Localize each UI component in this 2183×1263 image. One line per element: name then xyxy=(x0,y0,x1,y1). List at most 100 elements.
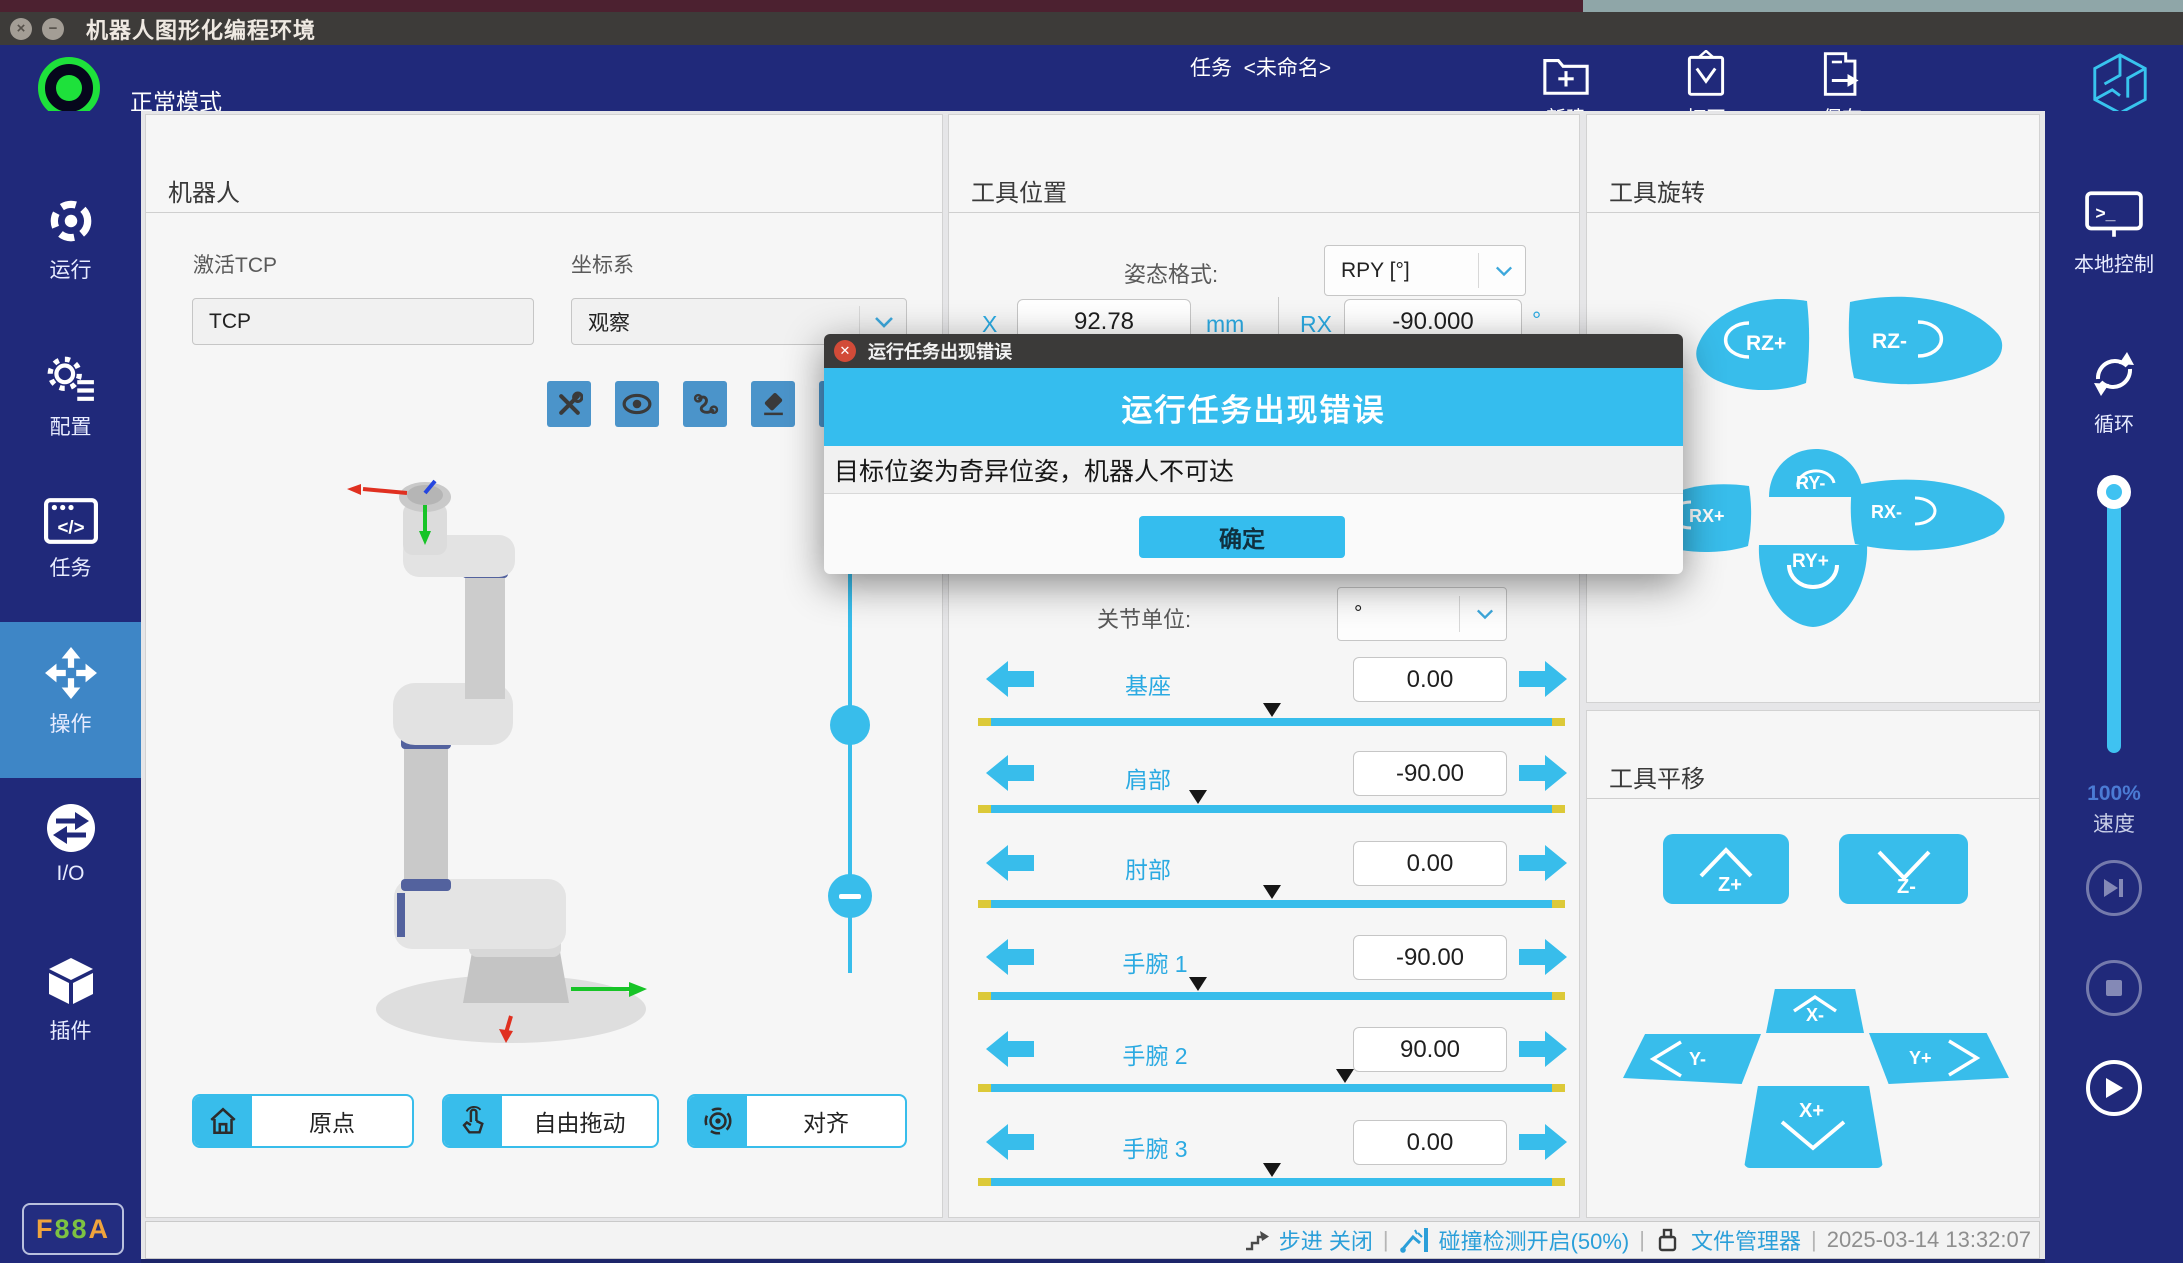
joint-unit-label: 关节单位: xyxy=(1097,602,1191,634)
joint-left-arrow-button[interactable] xyxy=(986,1029,1034,1069)
tool-rotation-header: 工具旋转 xyxy=(1587,115,2039,213)
x-minus-label: X- xyxy=(1806,1005,1824,1026)
play-icon xyxy=(2103,1076,2125,1100)
free-drag-button[interactable]: 自由拖动 xyxy=(442,1094,659,1148)
file-manager-link[interactable]: 文件管理器 xyxy=(1691,1224,1801,1256)
robot-arm-drawing xyxy=(211,441,691,1061)
sidebar-config-label: 配置 xyxy=(50,416,92,439)
joint-slider[interactable] xyxy=(978,1084,1565,1092)
joint-right-arrow-button[interactable] xyxy=(1519,1029,1567,1069)
wrench-icon xyxy=(556,391,583,418)
minus-icon xyxy=(839,894,861,899)
x-minus-button[interactable]: X- xyxy=(1766,989,1864,1033)
window-close-button[interactable]: × xyxy=(10,18,32,40)
rz-plus-button[interactable]: RZ+ xyxy=(1694,296,1811,393)
sidebar-item-operate[interactable]: 操作 xyxy=(0,646,141,738)
joint-value-input[interactable]: 0.00 xyxy=(1353,657,1507,702)
joint-value-input[interactable]: -90.00 xyxy=(1353,751,1507,796)
sidebar-item-run[interactable]: 运行 xyxy=(0,196,141,284)
status-separator: | xyxy=(1639,1227,1645,1253)
z-plus-button[interactable]: Z+ xyxy=(1663,834,1789,904)
tool-position-header: 工具位置 xyxy=(949,115,1579,213)
joint-right-arrow-button[interactable] xyxy=(1519,937,1567,977)
status-bar: 步进 关闭 | 碰撞检测开启(50%) | 文件管理器 | 2025-03-14… xyxy=(145,1221,2040,1259)
collision-detect-status[interactable]: 碰撞检测开启(50%) xyxy=(1439,1224,1630,1256)
view-zoom-slider-handle[interactable] xyxy=(830,705,870,745)
joint-name: 肩部 xyxy=(1125,761,1171,795)
joint-value: 0.00 xyxy=(1407,850,1454,878)
view-tools-button[interactable] xyxy=(547,381,591,427)
ry-plus-button[interactable]: RY+ xyxy=(1754,541,1872,629)
pose-format-dropdown[interactable]: RPY [°] xyxy=(1324,245,1526,296)
window-minimize-button[interactable]: − xyxy=(42,18,64,40)
app-window: × − 机器人图形化编程环境 正常模式 任务 <未命名> 配置 default*… xyxy=(0,0,2183,1263)
step-mode-status[interactable]: 步进 关闭 xyxy=(1279,1224,1373,1256)
window-title: 机器人图形化编程环境 xyxy=(86,13,316,45)
chevron-down-icon xyxy=(874,316,894,328)
eye-icon xyxy=(622,393,652,415)
speed-value: 100% xyxy=(2045,782,2183,806)
sidebar-operate-label: 操作 xyxy=(50,713,92,736)
rx-plus-label: RX+ xyxy=(1689,506,1725,527)
joint-left-arrow-button[interactable] xyxy=(986,1122,1034,1162)
rz-plus-label: RZ+ xyxy=(1746,332,1786,356)
badge-letter: F xyxy=(36,1214,55,1245)
joint-left-arrow-button[interactable] xyxy=(986,753,1034,793)
joint-right-arrow-button[interactable] xyxy=(1519,1122,1567,1162)
rx-unit-label: ° xyxy=(1532,307,1541,334)
y-minus-button[interactable]: Y- xyxy=(1623,1034,1761,1084)
rx-minus-button[interactable]: RX- xyxy=(1849,476,2009,552)
rz-minus-button[interactable]: RZ- xyxy=(1846,294,2006,389)
sidebar-item-io[interactable]: I/O xyxy=(0,802,141,886)
joint-slider[interactable] xyxy=(978,1178,1565,1186)
view-path-button[interactable] xyxy=(683,381,727,427)
view-zoom-out-button[interactable] xyxy=(828,874,872,918)
joint-unit-dropdown[interactable]: ° xyxy=(1337,587,1507,641)
z-minus-button[interactable]: Z- xyxy=(1839,834,1968,904)
joint-left-arrow-button[interactable] xyxy=(986,937,1034,977)
open-icon xyxy=(1684,50,1728,98)
dropdown-separator xyxy=(859,306,860,338)
joint-value-input[interactable]: 90.00 xyxy=(1353,1027,1507,1072)
joint-right-arrow-button[interactable] xyxy=(1519,659,1567,699)
joint-slider[interactable] xyxy=(978,900,1565,908)
joint-value-input[interactable]: 0.00 xyxy=(1353,841,1507,886)
joint-left-arrow-button[interactable] xyxy=(986,659,1034,699)
robot-3d-view[interactable] xyxy=(211,441,691,1061)
status-separator: | xyxy=(1383,1227,1389,1253)
x-plus-button[interactable]: X+ xyxy=(1744,1086,1883,1168)
speed-slider-track[interactable] xyxy=(2107,492,2121,753)
sidebar-item-plugin[interactable]: 插件 xyxy=(0,955,141,1045)
y-plus-button[interactable]: Y+ xyxy=(1869,1033,2009,1084)
stop-button[interactable] xyxy=(2086,960,2142,1016)
joint-value: -90.00 xyxy=(1396,760,1464,788)
joint-value-input[interactable]: -90.00 xyxy=(1353,935,1507,980)
play-button[interactable] xyxy=(2086,1060,2142,1116)
joint-left-arrow-button[interactable] xyxy=(986,843,1034,883)
home-button[interactable]: 原点 xyxy=(192,1094,414,1148)
local-control-item[interactable]: >_ 本地控制 xyxy=(2045,190,2183,277)
joint-right-arrow-button[interactable] xyxy=(1519,843,1567,883)
dialog-close-button[interactable]: ✕ xyxy=(834,340,856,362)
view-visibility-button[interactable] xyxy=(615,381,659,427)
slider-marker-icon xyxy=(1263,1163,1281,1177)
active-tcp-input[interactable]: TCP xyxy=(192,298,534,345)
joint-right-arrow-button[interactable] xyxy=(1519,753,1567,793)
loop-item[interactable]: 循环 xyxy=(2045,348,2183,437)
code-window-icon: </> xyxy=(44,498,98,544)
speed-slider-handle[interactable] xyxy=(2097,475,2131,509)
joint-slider[interactable] xyxy=(978,992,1565,1000)
sidebar-item-config[interactable]: 配置 xyxy=(0,353,141,441)
svg-text:</>: </> xyxy=(57,516,84,537)
dialog-title: 运行任务出现错误 xyxy=(868,338,1012,364)
view-erase-button[interactable] xyxy=(751,381,795,427)
sidebar-item-task[interactable]: </> 任务 xyxy=(0,498,141,582)
hand-drag-icon xyxy=(444,1096,502,1146)
joint-value-input[interactable]: 0.00 xyxy=(1353,1120,1507,1165)
joint-slider[interactable] xyxy=(978,805,1565,813)
joint-slider[interactable] xyxy=(978,718,1565,726)
step-forward-button[interactable] xyxy=(2086,860,2142,916)
dialog-ok-button[interactable]: 确定 xyxy=(1139,516,1345,558)
align-button[interactable]: 对齐 xyxy=(687,1094,907,1148)
joint-value: 0.00 xyxy=(1407,1129,1454,1157)
